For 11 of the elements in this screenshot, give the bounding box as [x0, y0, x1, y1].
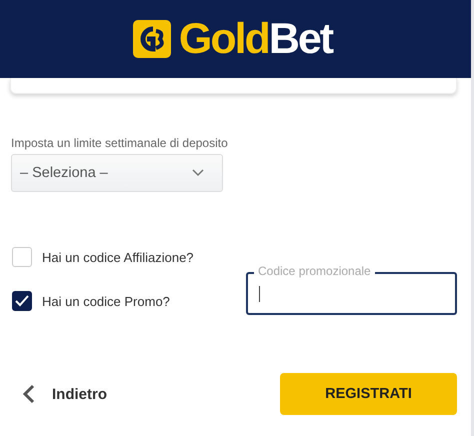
checkbox-label: Hai un codice Affiliazione?	[42, 250, 194, 264]
logo-text: GoldBet	[178, 18, 332, 60]
back-button[interactable]: Indietro	[22, 384, 107, 404]
chevron-down-icon	[192, 169, 204, 177]
deposit-limit-dropdown[interactable]: – Seleziona –	[11, 154, 223, 192]
chevron-left-icon	[22, 384, 36, 404]
field-label: Imposta un limite settimanale di deposito	[11, 135, 228, 151]
logo-icon	[132, 20, 171, 58]
register-button[interactable]: REGISTRATI	[280, 373, 457, 415]
checkbox-label: Hai un codice Promo?	[42, 294, 170, 308]
checkbox[interactable]	[12, 291, 32, 311]
